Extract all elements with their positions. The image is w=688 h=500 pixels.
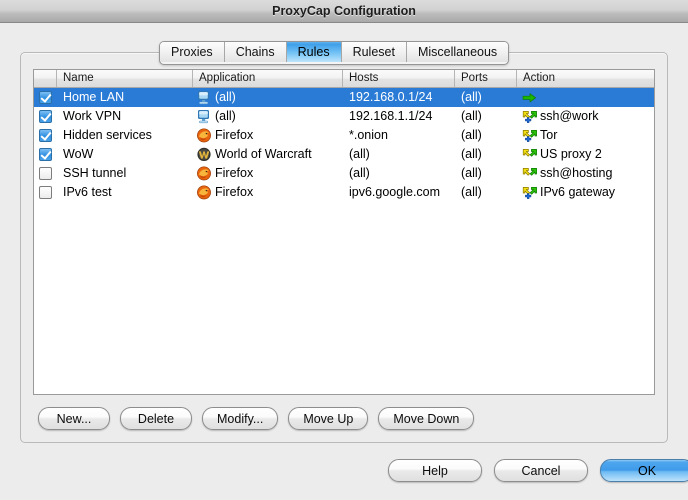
- window-title: ProxyCap Configuration: [0, 0, 688, 22]
- rule-application-label: (all): [215, 88, 236, 107]
- column-header-hosts[interactable]: Hosts: [343, 70, 455, 87]
- rule-name: Hidden services: [57, 126, 193, 145]
- rule-hosts: *.onion: [343, 126, 455, 145]
- rule-application-label: (all): [215, 107, 236, 126]
- green-arrow-icon: [522, 91, 538, 105]
- rule-action: US proxy 2: [517, 145, 654, 164]
- rule-action: Tor: [517, 126, 654, 145]
- rule-application: Firefox: [193, 164, 343, 183]
- rule-application: (all): [193, 88, 343, 107]
- proxy-plus-icon: [522, 110, 538, 124]
- column-header-app[interactable]: Application: [193, 70, 343, 87]
- table-row[interactable]: SSH tunnel Firefox (all)(all) ssh@hosting: [34, 164, 654, 183]
- rule-ports: (all): [455, 88, 517, 107]
- column-header-action[interactable]: Action: [517, 70, 654, 87]
- rule-name: Work VPN: [57, 107, 193, 126]
- table-row[interactable]: Work VPN(all)192.168.1.1/24(all)ssh@work: [34, 107, 654, 126]
- computer-icon: [196, 109, 212, 124]
- rule-hosts: 192.168.1.1/24: [343, 107, 455, 126]
- rule-application: Firefox: [193, 126, 343, 145]
- rule-application-label: Firefox: [215, 164, 253, 183]
- rule-application-label: Firefox: [215, 126, 253, 145]
- rule-action-label: Tor: [540, 126, 557, 145]
- checkbox-checked-icon[interactable]: [39, 129, 52, 142]
- rule-action: [517, 88, 654, 107]
- help-button[interactable]: Help: [388, 459, 482, 482]
- rule-ports: (all): [455, 145, 517, 164]
- rule-ports: (all): [455, 126, 517, 145]
- row-enabled-checkbox[interactable]: [34, 164, 57, 183]
- rule-action-label: US proxy 2: [540, 145, 602, 164]
- firefox-icon: [196, 128, 212, 143]
- rule-hosts: (all): [343, 145, 455, 164]
- rule-action-label: IPv6 gateway: [540, 183, 615, 202]
- window-titlebar: ProxyCap Configuration: [0, 0, 688, 23]
- rule-application: (all): [193, 107, 343, 126]
- firefox-icon: [196, 166, 212, 181]
- rule-hosts: (all): [343, 164, 455, 183]
- ok-button[interactable]: OK: [600, 459, 688, 482]
- tab-proxies[interactable]: Proxies: [160, 42, 225, 62]
- computer-icon: [196, 90, 212, 105]
- rule-name: Home LAN: [57, 88, 193, 107]
- rule-name: IPv6 test: [57, 183, 193, 202]
- proxycap-configuration-window: ProxyCap Configuration ProxiesChainsRule…: [0, 0, 688, 500]
- rule-application: Firefox: [193, 183, 343, 202]
- proxy-icon: [522, 148, 538, 162]
- row-enabled-checkbox[interactable]: [34, 88, 57, 107]
- table-row[interactable]: WoW World of Warcraft (all)(all) US proxy 2: [34, 145, 654, 164]
- rule-action-label: ssh@hosting: [540, 164, 612, 183]
- rule-application-label: Firefox: [215, 183, 253, 202]
- cancel-button[interactable]: Cancel: [494, 459, 588, 482]
- checkbox-checked-icon[interactable]: [39, 91, 52, 104]
- rule-ports: (all): [455, 183, 517, 202]
- new-button[interactable]: New...: [38, 407, 110, 430]
- checkbox-checked-icon[interactable]: [39, 110, 52, 123]
- warcraft-icon: [196, 147, 212, 162]
- table-row[interactable]: Home LAN(all)192.168.0.1/24(all): [34, 88, 654, 107]
- rule-action: ssh@work: [517, 107, 654, 126]
- checkbox-unchecked-icon[interactable]: [39, 186, 52, 199]
- rule-application-label: World of Warcraft: [215, 145, 312, 164]
- tab-miscellaneous[interactable]: Miscellaneous: [407, 42, 508, 62]
- row-enabled-checkbox[interactable]: [34, 126, 57, 145]
- delete-button[interactable]: Delete: [120, 407, 192, 430]
- tab-ruleset[interactable]: Ruleset: [342, 42, 407, 62]
- rules-table-header: NameApplicationHostsPortsAction: [34, 70, 654, 88]
- checkbox-checked-icon[interactable]: [39, 148, 52, 161]
- rule-action: IPv6 gateway: [517, 183, 654, 202]
- rule-application: World of Warcraft: [193, 145, 343, 164]
- tab-chains[interactable]: Chains: [225, 42, 287, 62]
- column-header-name[interactable]: Name: [57, 70, 193, 87]
- column-header-check[interactable]: [34, 70, 57, 87]
- row-enabled-checkbox[interactable]: [34, 107, 57, 126]
- rule-name: SSH tunnel: [57, 164, 193, 183]
- move-up-button[interactable]: Move Up: [288, 407, 368, 430]
- checkbox-unchecked-icon[interactable]: [39, 167, 52, 180]
- proxy-plus-icon: [522, 186, 538, 200]
- modify-button[interactable]: Modify...: [202, 407, 278, 430]
- table-row[interactable]: IPv6 test Firefox ipv6.google.com(all) IPv6…: [34, 183, 654, 202]
- table-row[interactable]: Hidden services Firefox *.onion(all) Tor: [34, 126, 654, 145]
- rule-action: ssh@hosting: [517, 164, 654, 183]
- rule-hosts: ipv6.google.com: [343, 183, 455, 202]
- rule-ports: (all): [455, 164, 517, 183]
- rules-table-body[interactable]: Home LAN(all)192.168.0.1/24(all)Work VPN…: [34, 88, 654, 202]
- tab-rules[interactable]: Rules: [287, 42, 342, 62]
- dialog-buttons: Help Cancel OK: [388, 459, 688, 482]
- list-action-buttons: New... Delete Modify... Move Up Move Down: [38, 407, 474, 430]
- tab-strip: ProxiesChainsRulesRulesetMiscellaneous: [159, 41, 509, 65]
- rule-name: WoW: [57, 145, 193, 164]
- firefox-icon: [196, 185, 212, 200]
- row-enabled-checkbox[interactable]: [34, 183, 57, 202]
- move-down-button[interactable]: Move Down: [378, 407, 474, 430]
- rule-action-label: ssh@work: [540, 107, 599, 126]
- rule-ports: (all): [455, 107, 517, 126]
- rule-hosts: 192.168.0.1/24: [343, 88, 455, 107]
- rules-table[interactable]: NameApplicationHostsPortsAction Home LAN…: [33, 69, 655, 395]
- row-enabled-checkbox[interactable]: [34, 145, 57, 164]
- proxy-plus-icon: [522, 129, 538, 143]
- column-header-ports[interactable]: Ports: [455, 70, 517, 87]
- proxy-icon: [522, 167, 538, 181]
